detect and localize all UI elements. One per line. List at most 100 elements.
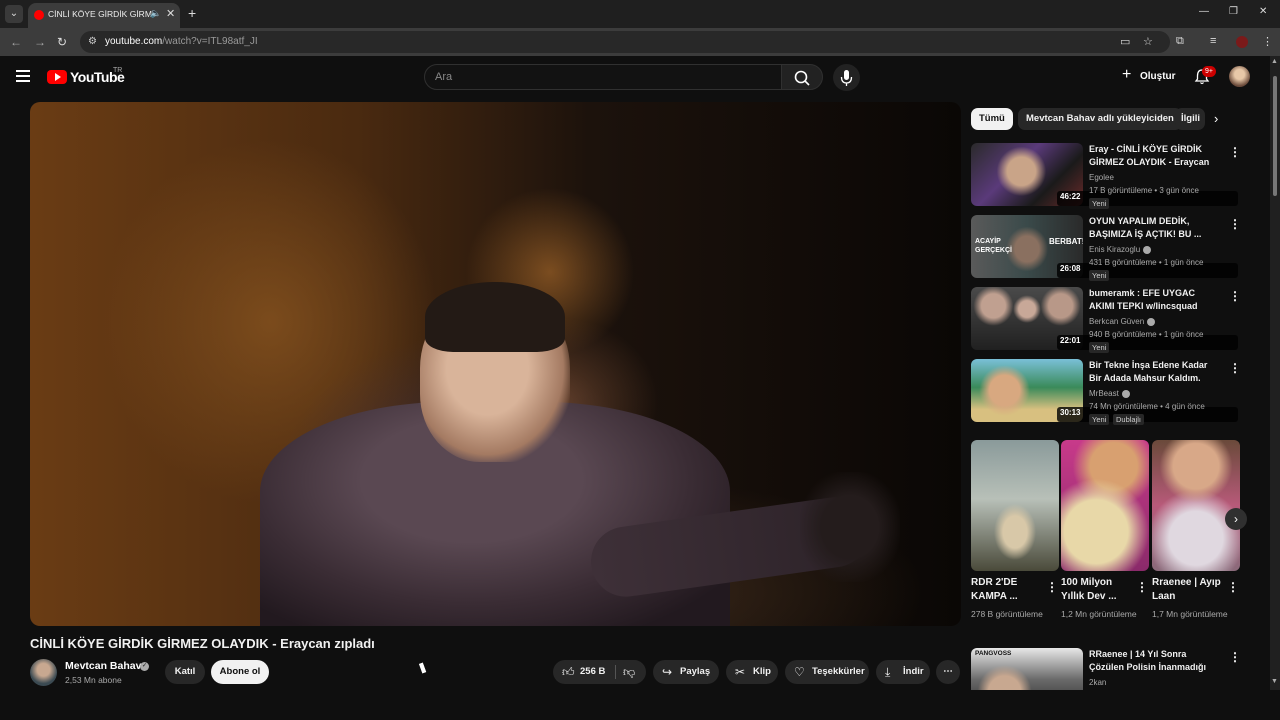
channel-name[interactable]: Mevtcan Bahav bbox=[65, 660, 141, 672]
tab-list-button[interactable]: ⌄ bbox=[5, 5, 23, 23]
youtube-logo[interactable]: YouTube bbox=[47, 68, 125, 88]
rec-title[interactable]: OYUN YAPALIM DEDİK, BAŞIMIZA İŞ AÇTIK! B… bbox=[1089, 215, 1219, 241]
join-button[interactable]: Katıl bbox=[165, 660, 205, 684]
clip-label: Klip bbox=[753, 666, 771, 677]
window-close-icon[interactable]: ✕ bbox=[1259, 6, 1267, 17]
verified-icon bbox=[1143, 245, 1152, 254]
chevron-right-icon[interactable]: › bbox=[1214, 111, 1218, 126]
recommendation-item[interactable]: PANGVOSS RRaenee | 14 Yıl Sonra Çözülen … bbox=[971, 648, 1241, 690]
tab-title: CİNLİ KÖYE GİRDİK GİRMEZ OLAYDIK - Erayc… bbox=[48, 9, 152, 19]
more-actions-button[interactable]: ⋯ bbox=[936, 660, 960, 684]
page-scrollbar[interactable]: ▲ ▼ bbox=[1270, 56, 1280, 690]
like-count[interactable]: 256 B bbox=[580, 660, 605, 684]
short-views: 1,7 Mn görüntüleme bbox=[1152, 609, 1228, 619]
kebab-icon[interactable]: ⋮ bbox=[1229, 217, 1241, 231]
kebab-icon[interactable]: ⋮ bbox=[1227, 580, 1239, 594]
rec-title[interactable]: Eray - CİNLİ KÖYE GİRDİK GİRMEZ OLAYDIK … bbox=[1089, 143, 1219, 170]
subscribe-button[interactable]: Abone ol bbox=[211, 660, 269, 684]
short-thumbnail[interactable] bbox=[971, 440, 1059, 571]
back-icon[interactable]: ← bbox=[10, 35, 22, 49]
channel-avatar[interactable] bbox=[30, 659, 57, 686]
rec-dubbed-badge: Dublajlı bbox=[1113, 414, 1145, 425]
video-player[interactable] bbox=[30, 102, 961, 626]
voice-search-button[interactable] bbox=[833, 64, 860, 91]
short-item[interactable]: Rraenee | Ayıp Laan 1,7 Mn görüntüleme ⋮ bbox=[1152, 440, 1240, 636]
chip-from-uploader[interactable]: Mevtcan Bahav adlı yükleyiciden bbox=[1018, 108, 1182, 130]
clip-button[interactable]: ✂ Klip bbox=[726, 660, 778, 684]
forward-icon[interactable]: → bbox=[34, 35, 46, 49]
kebab-icon[interactable]: ⋮ bbox=[1229, 650, 1241, 664]
rec-meta: 431 B görüntüleme • 1 gün önce bbox=[1089, 258, 1204, 267]
new-tab-button[interactable]: + bbox=[188, 5, 196, 21]
rec-meta: 940 B görüntüleme • 1 gün önce bbox=[1089, 330, 1204, 339]
browser-profile-icon[interactable] bbox=[1236, 36, 1248, 48]
short-views: 1,2 Mn görüntüleme bbox=[1061, 609, 1137, 619]
search-button[interactable] bbox=[781, 64, 823, 90]
scroll-up-icon[interactable]: ▲ bbox=[1271, 58, 1278, 65]
extensions-icon[interactable]: ⧉ bbox=[1176, 35, 1184, 48]
browser-tab[interactable]: CİNLİ KÖYE GİRDİK GİRMEZ OLAYDIK - Erayc… bbox=[28, 3, 180, 28]
notification-badge: 9+ bbox=[1202, 66, 1216, 77]
like-icon[interactable]: 👍︎ bbox=[562, 660, 575, 684]
url-text[interactable]: youtube.com/watch?v=ITL98atf_JI bbox=[105, 36, 258, 47]
share-button[interactable]: ↪ Paylaş bbox=[653, 660, 719, 684]
verified-icon: ✓ bbox=[140, 662, 149, 671]
address-toolbar: ← → ↻ ⚙ youtube.com/watch?v=ITL98atf_JI … bbox=[0, 28, 1280, 56]
download-button[interactable]: ⤓ İndir bbox=[876, 660, 930, 684]
rec-thumb-text: BERBAT! bbox=[1049, 237, 1083, 246]
rec-new-badge: Yeni bbox=[1089, 198, 1110, 209]
menu-icon[interactable] bbox=[16, 70, 30, 82]
thanks-button[interactable]: ♡ Teşekkürler bbox=[785, 660, 869, 684]
avatar[interactable] bbox=[1229, 66, 1250, 87]
rec-title[interactable]: Bir Tekne İnşa Edene Kadar Bir Adada Mah… bbox=[1089, 359, 1219, 385]
rec-new-badge: Yeni bbox=[1089, 414, 1110, 425]
browser-menu-icon[interactable]: ⋮ bbox=[1262, 35, 1273, 48]
minimize-icon[interactable]: — bbox=[1199, 6, 1209, 17]
chip-all[interactable]: Tümü bbox=[971, 108, 1013, 130]
youtube-header: YouTube TR Ara + Oluştur 9+ bbox=[0, 56, 1270, 98]
short-title[interactable]: Rraenee | Ayıp Laan bbox=[1152, 576, 1224, 604]
like-dislike-group: 👍︎ 256 B 👎︎ bbox=[553, 660, 646, 684]
scroll-down-icon[interactable]: ▼ bbox=[1271, 678, 1278, 685]
shorts-next-button[interactable]: › bbox=[1225, 508, 1247, 530]
scroll-thumb[interactable] bbox=[1273, 76, 1277, 196]
dislike-icon[interactable]: 👎︎ bbox=[623, 660, 635, 684]
kebab-icon[interactable]: ⋮ bbox=[1229, 289, 1241, 303]
restore-icon[interactable]: ❐ bbox=[1229, 6, 1238, 17]
kebab-icon[interactable]: ⋮ bbox=[1046, 580, 1058, 594]
recommendation-item[interactable]: 22:01 bumeramk : EFE UYGAC AKIMI TEPKI w… bbox=[971, 287, 1241, 353]
site-info-icon[interactable]: ⚙ bbox=[88, 36, 97, 47]
rec-thumbnail[interactable]: PANGVOSS bbox=[971, 648, 1083, 690]
share-icon: ↪ bbox=[662, 665, 673, 679]
bookmark-star-icon[interactable]: ☆ bbox=[1143, 35, 1153, 48]
speaker-icon[interactable]: 🔈 bbox=[150, 8, 161, 19]
download-label: İndir bbox=[903, 666, 924, 677]
rec-title[interactable]: bumeramk : EFE UYGAC AKIMI TEPKI w/lincs… bbox=[1089, 287, 1219, 313]
short-item[interactable]: 100 Milyon Yıllık Dev ... 1,2 Mn görüntü… bbox=[1061, 440, 1149, 636]
kebab-icon[interactable]: ⋮ bbox=[1229, 145, 1241, 159]
short-title[interactable]: RDR 2'DE KAMPA ... bbox=[971, 576, 1043, 604]
rec-title[interactable]: RRaenee | 14 Yıl Sonra Çözülen Polisin İ… bbox=[1089, 648, 1219, 675]
kebab-icon[interactable]: ⋮ bbox=[1136, 580, 1148, 594]
short-thumbnail[interactable] bbox=[1061, 440, 1149, 571]
media-icon[interactable]: ≡ bbox=[1210, 35, 1216, 47]
create-button[interactable]: + Oluştur bbox=[1120, 66, 1176, 86]
rec-channel: Egolee bbox=[1089, 173, 1114, 182]
tab-close-icon[interactable]: ✕ bbox=[166, 7, 175, 20]
cast-icon[interactable]: ▭ bbox=[1120, 35, 1130, 48]
scissors-icon: ✂ bbox=[735, 665, 746, 679]
kebab-icon[interactable]: ⋮ bbox=[1229, 361, 1241, 375]
chip-related[interactable]: İlgili bbox=[1175, 108, 1205, 130]
omnibox[interactable]: ⚙ youtube.com/watch?v=ITL98atf_JI ▭ ☆ bbox=[80, 31, 1170, 53]
recommendation-item[interactable]: 46:22 Eray - CİNLİ KÖYE GİRDİK GİRMEZ OL… bbox=[971, 143, 1241, 209]
short-title[interactable]: 100 Milyon Yıllık Dev ... bbox=[1061, 576, 1133, 604]
browser-tab-bar: ⌄ CİNLİ KÖYE GİRDİK GİRMEZ OLAYDIK - Era… bbox=[0, 0, 1280, 28]
reload-icon[interactable]: ↻ bbox=[57, 35, 67, 49]
video-frame-hand bbox=[800, 472, 900, 582]
search-input[interactable]: Ara bbox=[424, 64, 782, 90]
recommendation-item[interactable]: ACAYİP GERÇEKÇİ BERBAT! 26:08 OYUN YAPAL… bbox=[971, 215, 1241, 281]
short-thumbnail[interactable] bbox=[1152, 440, 1240, 571]
search-placeholder: Ara bbox=[435, 71, 453, 83]
short-item[interactable]: RDR 2'DE KAMPA ... 278 B görüntüleme ⋮ bbox=[971, 440, 1059, 636]
recommendation-item[interactable]: 30:13 Bir Tekne İnşa Edene Kadar Bir Ada… bbox=[971, 359, 1241, 425]
